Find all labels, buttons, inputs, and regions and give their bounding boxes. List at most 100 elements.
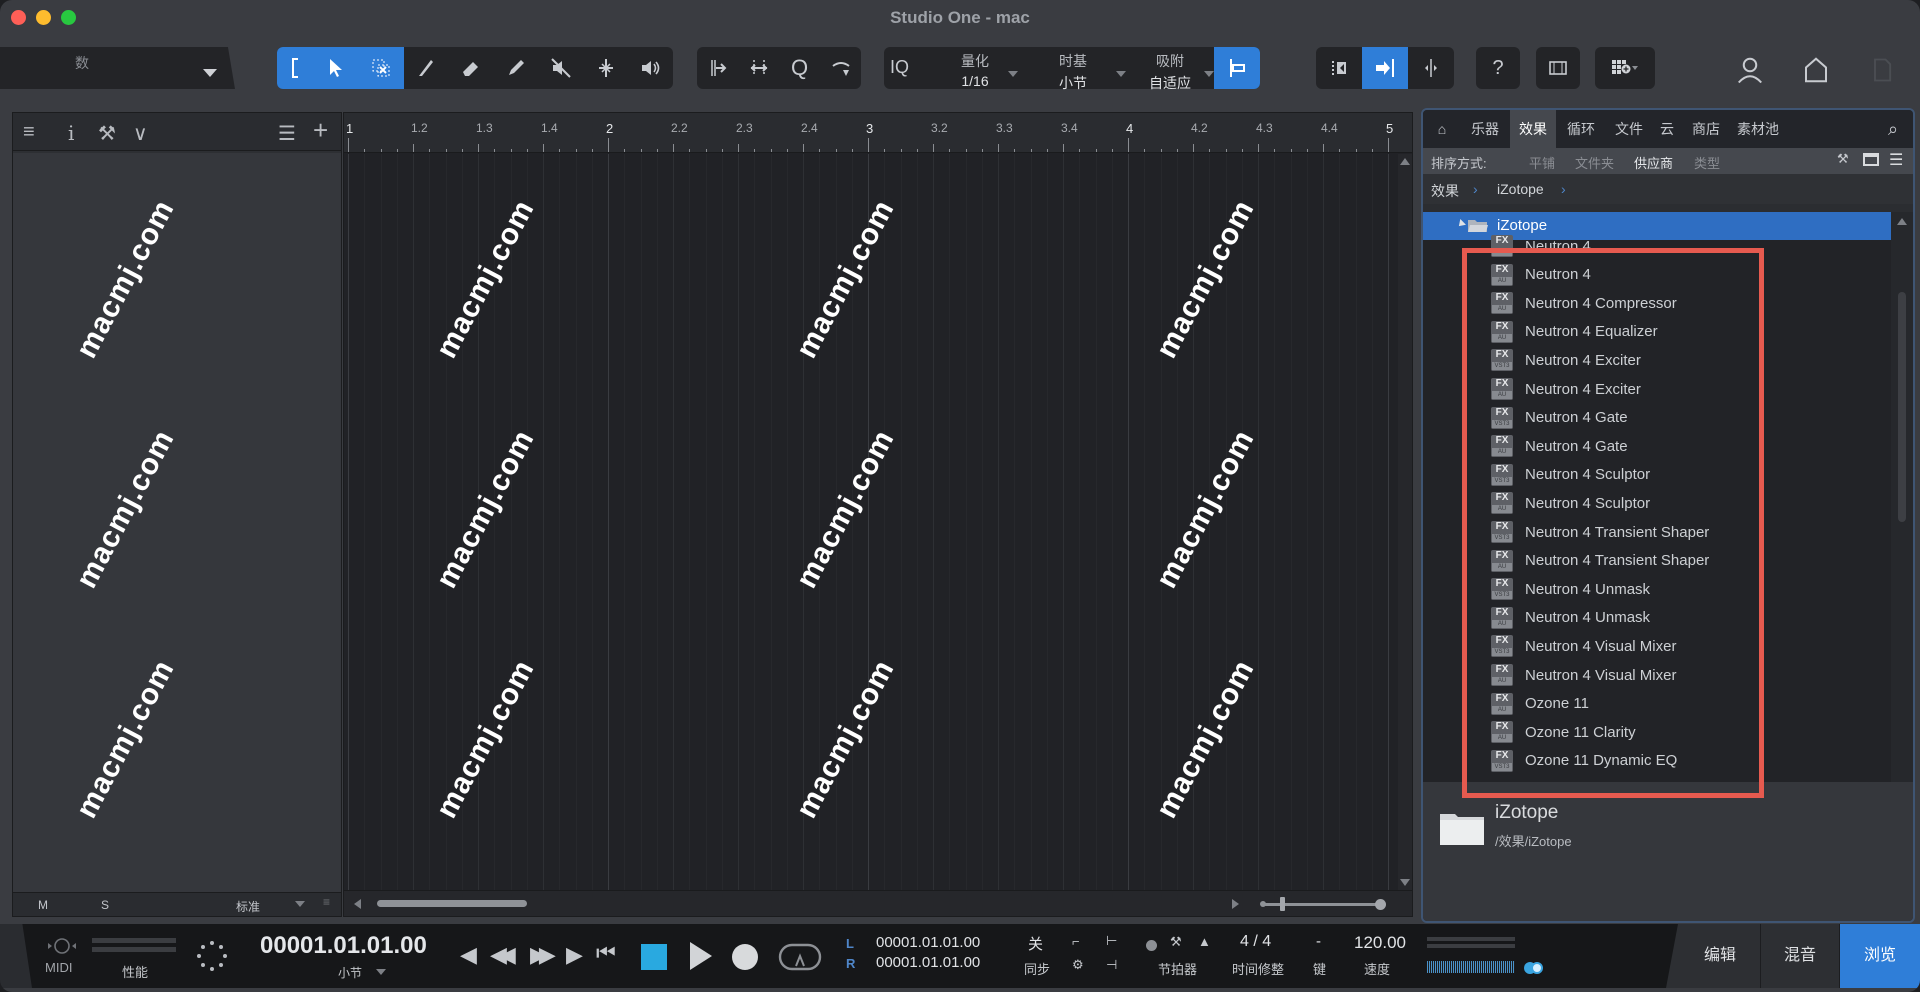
scroll-left-icon[interactable] [354, 899, 361, 909]
track-list-menu-icon[interactable]: ≡ [23, 121, 35, 144]
snap-toggle-button[interactable] [1214, 47, 1260, 89]
play-button[interactable] [690, 942, 712, 970]
autoscroll-button[interactable] [1316, 47, 1362, 89]
browser-tab[interactable]: 商店 [1684, 110, 1728, 148]
track-list-area[interactable] [13, 153, 341, 892]
scroll-up-icon[interactable] [1897, 218, 1907, 225]
add-panel-button[interactable] [1595, 47, 1655, 89]
split-tool-button[interactable] [404, 47, 449, 89]
browser-tab[interactable]: 素材池 [1730, 110, 1786, 148]
add-track-icon[interactable]: + [313, 115, 328, 146]
list-view-icon[interactable]: ☰ [1889, 150, 1903, 170]
plugin-list-item[interactable]: FX AU Neutron 4 Transient Shaper [1491, 547, 1709, 575]
start-page-button[interactable] [1796, 50, 1836, 90]
plugin-list-item[interactable]: FX AU Neutron 4 Equalizer [1491, 318, 1658, 346]
range-bracket-button[interactable] [277, 47, 315, 89]
plugin-list-item[interactable]: FX VST3 Neutron 4 Unmask [1491, 575, 1650, 603]
browser-home-icon[interactable]: ⌂ [1429, 110, 1455, 148]
sort-option-tile[interactable]: 平铺 [1529, 153, 1555, 172]
plugin-list-item[interactable]: FX AU Neutron 4 Unmask [1491, 604, 1650, 632]
metronome-toggle[interactable] [1146, 940, 1157, 951]
mute-all-button[interactable]: M [38, 898, 48, 912]
listen-tool-button[interactable] [628, 47, 673, 89]
performance-label[interactable]: 性能 [122, 962, 148, 981]
split-view-button[interactable] [1408, 47, 1454, 89]
quantize-button[interactable]: Q [779, 47, 820, 89]
timebase-dropdown[interactable]: 时基 小节 [1033, 51, 1113, 93]
help-button[interactable]: ? [1476, 47, 1520, 89]
autopunch-icon[interactable]: ⊣ [1106, 957, 1117, 973]
plugin-list-item[interactable]: FX VST3 Neutron 4 Sculptor [1491, 461, 1650, 489]
browser-scrollbar-thumb[interactable] [1898, 292, 1906, 522]
preview-window-icon[interactable] [1863, 153, 1879, 166]
precount-icon[interactable]: ⌐ [1072, 934, 1080, 949]
plugin-list-item[interactable]: FX AU Neutron 4 Visual Mixer [1491, 661, 1676, 689]
quantize-dropdown[interactable]: 量化 1/16 [935, 51, 1015, 89]
plugin-list-item[interactable]: FX VST3 Neutron 4 Transient Shaper [1491, 518, 1709, 546]
scroll-right-icon[interactable] [1232, 899, 1239, 909]
vertical-scrollbar[interactable] [1398, 154, 1412, 890]
groove-button[interactable] [820, 47, 861, 89]
key-value[interactable]: - [1316, 933, 1321, 950]
plugin-list-item[interactable]: FX VST3 Neutron 4 Exciter [1491, 346, 1641, 374]
forward-button[interactable]: ▶ [566, 942, 583, 968]
loop-start-display[interactable]: 00001.01.01.00 [876, 934, 980, 951]
sort-option-vendor[interactable]: 供应商 [1634, 153, 1673, 172]
fast-forward-button[interactable]: ▶▶ [530, 942, 556, 968]
time-signature-value[interactable]: 4 / 4 [1240, 933, 1271, 951]
bend-tool-button[interactable] [583, 47, 628, 89]
snap-dropdown[interactable]: 吸附 自适应 [1130, 51, 1210, 93]
automation-icon[interactable]: ∨ [133, 121, 148, 146]
volume-meter[interactable] [1427, 961, 1515, 973]
breadcrumb-effects[interactable]: 效果 [1431, 181, 1459, 201]
timeline-ruler[interactable]: 1 1.2 1.3 1.4 2 2.2 2.3 2.4 3 3.2 3.3 3.4 4 4.2 4.3 4.4… [344, 113, 1412, 153]
browser-search-icon[interactable]: ⌕ [1881, 110, 1905, 148]
video-button[interactable] [1536, 47, 1580, 89]
position-format-dropdown[interactable]: 小节 [338, 964, 362, 981]
nav-mix-button[interactable]: 混音 [1761, 924, 1840, 988]
zoom-slider[interactable] [1260, 897, 1386, 911]
nav-edit-button[interactable]: 编辑 [1680, 924, 1761, 988]
follow-playhead-button[interactable] [1362, 47, 1408, 89]
track-dropdown[interactable]: 数 [0, 47, 235, 89]
sort-option-folder[interactable]: 文件夹 [1575, 153, 1614, 172]
plugin-list-item[interactable]: FX AU Neutron 4 [1491, 261, 1591, 289]
song-page-button[interactable] [1862, 50, 1902, 90]
disclosure-triangle-icon[interactable] [1456, 219, 1466, 229]
paint-tool-button[interactable] [494, 47, 539, 89]
rewind-button[interactable]: ◀◀ [490, 942, 516, 968]
stop-button[interactable] [641, 944, 667, 970]
plugin-list-item[interactable]: FX VST3 Neutron 4 [1491, 232, 1591, 260]
plugin-list-item[interactable]: FX AU Ozone 11 [1491, 690, 1589, 718]
wrench-icon[interactable]: ⚒ [98, 121, 116, 146]
loop-end-display[interactable]: 00001.01.01.00 [876, 954, 980, 971]
sync-value[interactable]: 关 [1028, 933, 1043, 954]
record-button[interactable] [732, 944, 758, 970]
zoom-slider-handle[interactable] [1280, 897, 1285, 911]
track-options-icon[interactable]: ☰ [278, 121, 296, 146]
eraser-tool-button[interactable] [449, 47, 494, 89]
browser-tab[interactable]: 文件 [1607, 110, 1651, 148]
plugin-list-item[interactable]: FX VST3 Neutron 4 Visual Mixer [1491, 632, 1676, 660]
go-to-end-button[interactable]: ⏮ [596, 940, 616, 966]
metronome-settings-icon[interactable]: ⚒ [1170, 934, 1182, 950]
stretch-button[interactable] [738, 47, 779, 89]
plugin-list-item[interactable]: FX AU Ozone 11 Clarity [1491, 718, 1636, 746]
arrow-tool-button[interactable] [314, 47, 359, 89]
breadcrumb-izotope[interactable]: iZotope [1497, 181, 1544, 197]
range-tool-button[interactable] [358, 47, 404, 89]
plugin-list-item[interactable]: FX AU Neutron 4 Compressor [1491, 289, 1677, 317]
list-options-icon[interactable]: ≡ [323, 895, 330, 909]
ripple-edit-button[interactable] [697, 47, 738, 89]
arrange-grid[interactable] [344, 154, 1398, 890]
position-display[interactable]: 00001.01.01.00 [260, 932, 427, 960]
browser-tab[interactable]: 云 [1655, 110, 1679, 148]
plugin-list-item[interactable]: FX AU Neutron 4 Exciter [1491, 375, 1641, 403]
wrench-icon[interactable]: ⚒ [1837, 151, 1849, 167]
inspector-info-icon[interactable]: i [68, 121, 74, 145]
nav-browse-button[interactable]: 浏览 [1840, 924, 1920, 988]
plugin-list-item[interactable]: FX VST3 Ozone 11 Dynamic EQ [1491, 747, 1677, 775]
plugin-list-item[interactable]: FX VST3 Neutron 4 Gate [1491, 404, 1628, 432]
scroll-up-icon[interactable] [1400, 158, 1410, 165]
mute-tool-button[interactable] [538, 47, 583, 89]
